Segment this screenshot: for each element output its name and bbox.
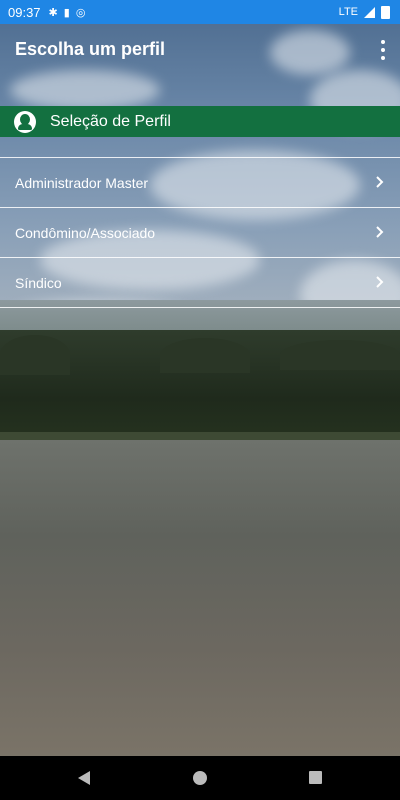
page-title: Escolha um perfil — [15, 39, 166, 59]
navigation-bar — [0, 756, 400, 800]
network-type: LTE — [338, 6, 358, 18]
chevron-right-icon — [376, 276, 384, 288]
profile-list: Administrador Master Condômino/Associado… — [0, 157, 400, 308]
app-bar: Escolha um perfil — [0, 24, 400, 80]
home-icon[interactable] — [193, 771, 207, 785]
profile-item-label: Condômino/Associado — [15, 224, 156, 241]
battery-icon — [381, 5, 390, 19]
tree — [280, 340, 400, 370]
settings-icon: ✱ — [48, 6, 58, 19]
more-vert-icon[interactable] — [380, 40, 386, 60]
profile-item-label: Administrador Master — [15, 174, 149, 191]
sync-icon: ◎ — [75, 6, 86, 19]
profile-item-administrador-master[interactable]: Administrador Master — [0, 157, 400, 207]
profile-item-label: Síndico — [15, 274, 62, 291]
signal-icon — [364, 6, 375, 18]
status-right: LTE — [339, 0, 390, 24]
tree — [160, 338, 250, 373]
section-header: Seleção de Perfil — [0, 106, 400, 137]
lake — [0, 440, 400, 760]
sd-card-icon: ▮ — [63, 6, 70, 19]
notification-icons: ✱ ▮ ◎ — [49, 6, 86, 19]
profile-item-condomino-associado[interactable]: Condômino/Associado — [0, 207, 400, 257]
chevron-right-icon — [376, 176, 384, 188]
status-bar: 09:37 ✱ ▮ ◎ LTE — [0, 0, 400, 24]
back-icon[interactable] — [77, 770, 91, 786]
chevron-right-icon — [376, 226, 384, 238]
profile-icon — [14, 110, 36, 133]
recents-icon[interactable] — [309, 771, 322, 784]
profile-item-sindico[interactable]: Síndico — [0, 257, 400, 308]
tree — [0, 335, 70, 375]
status-time: 09:37 — [8, 4, 41, 20]
section-title: Seleção de Perfil — [50, 112, 171, 130]
